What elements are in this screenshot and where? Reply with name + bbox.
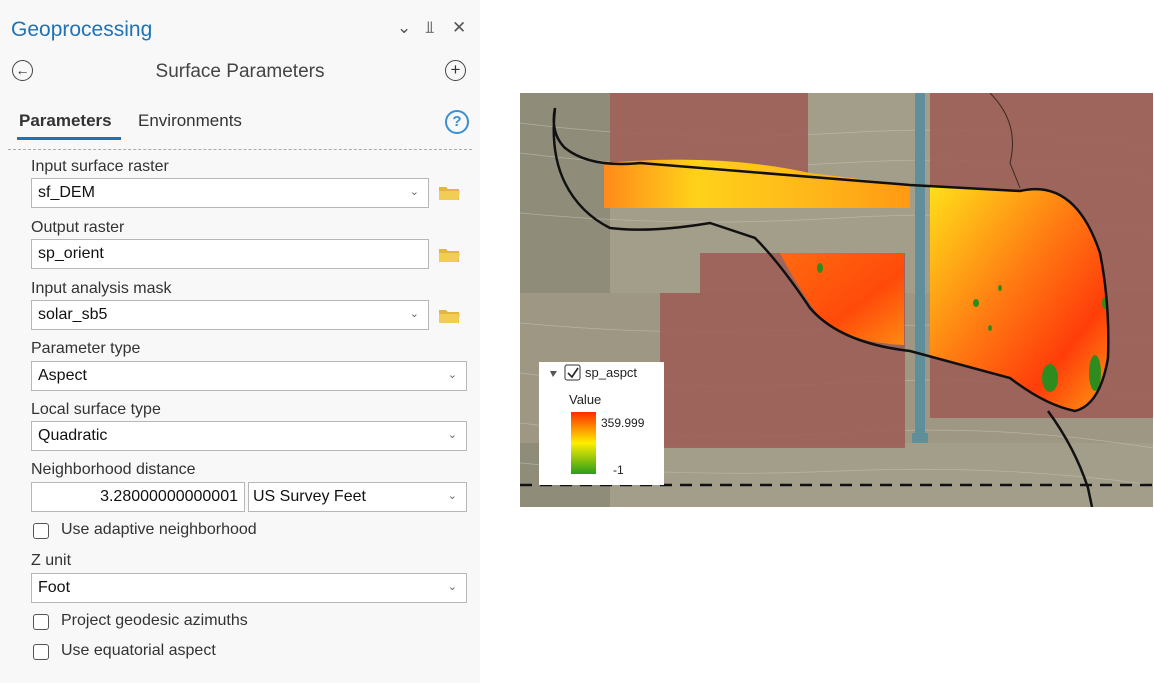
- chevron-down-icon: ⌄: [447, 581, 457, 593]
- output-raster-input[interactable]: sp_orient: [31, 239, 429, 269]
- chevron-down-icon: ⌄: [447, 490, 457, 502]
- folder-icon[interactable]: [438, 185, 461, 201]
- close-icon[interactable]: ✕: [452, 18, 466, 38]
- road: [915, 93, 925, 438]
- input-surface-value: sf_DEM: [38, 184, 95, 201]
- add-icon[interactable]: +: [445, 60, 466, 81]
- geodesic-azimuths-label: Project geodesic azimuths: [61, 612, 248, 629]
- legend-heading: Value: [569, 392, 601, 407]
- tab-environments[interactable]: Environments: [138, 111, 242, 131]
- road-end: [912, 433, 928, 443]
- legend-max-label: 359.999: [601, 416, 645, 430]
- equatorial-aspect-checkbox[interactable]: [33, 644, 49, 660]
- legend-layer-name: sp_aspct: [585, 365, 637, 380]
- chevron-down-icon: ⌄: [447, 429, 457, 441]
- analysis-mask-value: solar_sb5: [38, 306, 108, 323]
- legend-color-ramp: [571, 412, 596, 474]
- z-unit-label: Z unit: [31, 552, 72, 569]
- legend-min-label: -1: [613, 463, 624, 477]
- help-icon[interactable]: ?: [445, 110, 469, 134]
- local-surface-dropdown[interactable]: Quadratic ⌄: [31, 421, 467, 451]
- pin-icon[interactable]: ⫫: [425, 18, 435, 38]
- local-surface-value: Quadratic: [38, 427, 108, 444]
- pane-options-dropdown-icon[interactable]: ⌄: [397, 18, 411, 38]
- adaptive-neighborhood-checkbox[interactable]: [33, 523, 49, 539]
- input-surface-dropdown[interactable]: sf_DEM ⌄: [31, 178, 429, 208]
- z-unit-value: Foot: [38, 579, 71, 596]
- neighborhood-distance-value: 3.28000000000001: [100, 488, 238, 505]
- expand-triangle-icon[interactable]: [550, 371, 557, 377]
- input-surface-label: Input surface raster: [31, 158, 169, 175]
- map-legend: sp_aspct Value 359.999 -1: [539, 362, 664, 485]
- geodesic-azimuths-checkbox[interactable]: [33, 614, 49, 630]
- active-tab-indicator: [17, 137, 121, 140]
- layer-visibility-checkbox[interactable]: [564, 364, 581, 381]
- output-raster-value: sp_orient: [38, 245, 104, 262]
- parameter-type-value: Aspect: [38, 367, 87, 384]
- neighborhood-distance-input[interactable]: 3.28000000000001: [31, 482, 245, 512]
- tab-divider: [8, 149, 472, 150]
- folder-icon[interactable]: [438, 247, 461, 263]
- equatorial-aspect-label: Use equatorial aspect: [61, 642, 216, 659]
- pane-title: Geoprocessing: [11, 18, 153, 41]
- parameter-type-label: Parameter type: [31, 340, 141, 357]
- analysis-mask-label: Input analysis mask: [31, 280, 172, 297]
- z-unit-dropdown[interactable]: Foot ⌄: [31, 573, 467, 603]
- neighborhood-unit-dropdown[interactable]: US Survey Feet ⌄: [248, 482, 467, 512]
- chevron-down-icon: ⌄: [447, 369, 457, 381]
- neighborhood-unit-value: US Survey Feet: [253, 488, 366, 505]
- chevron-down-icon: ⌄: [409, 186, 419, 198]
- neighborhood-label: Neighborhood distance: [31, 461, 196, 478]
- chevron-down-icon: ⌄: [409, 308, 419, 320]
- folder-icon[interactable]: [438, 308, 461, 324]
- tab-parameters[interactable]: Parameters: [19, 111, 112, 131]
- output-raster-label: Output raster: [31, 219, 125, 236]
- parameter-type-dropdown[interactable]: Aspect ⌄: [31, 361, 467, 391]
- analysis-mask-dropdown[interactable]: solar_sb5 ⌄: [31, 300, 429, 330]
- geoprocessing-pane: Geoprocessing ⌄ ⫫ ✕ ← Surface Parameters…: [0, 0, 480, 683]
- tool-title: Surface Parameters: [155, 61, 325, 82]
- legend-graphic: sp_aspct Value 359.999 -1: [550, 364, 645, 477]
- local-surface-label: Local surface type: [31, 401, 161, 418]
- adaptive-neighborhood-label: Use adaptive neighborhood: [61, 521, 257, 538]
